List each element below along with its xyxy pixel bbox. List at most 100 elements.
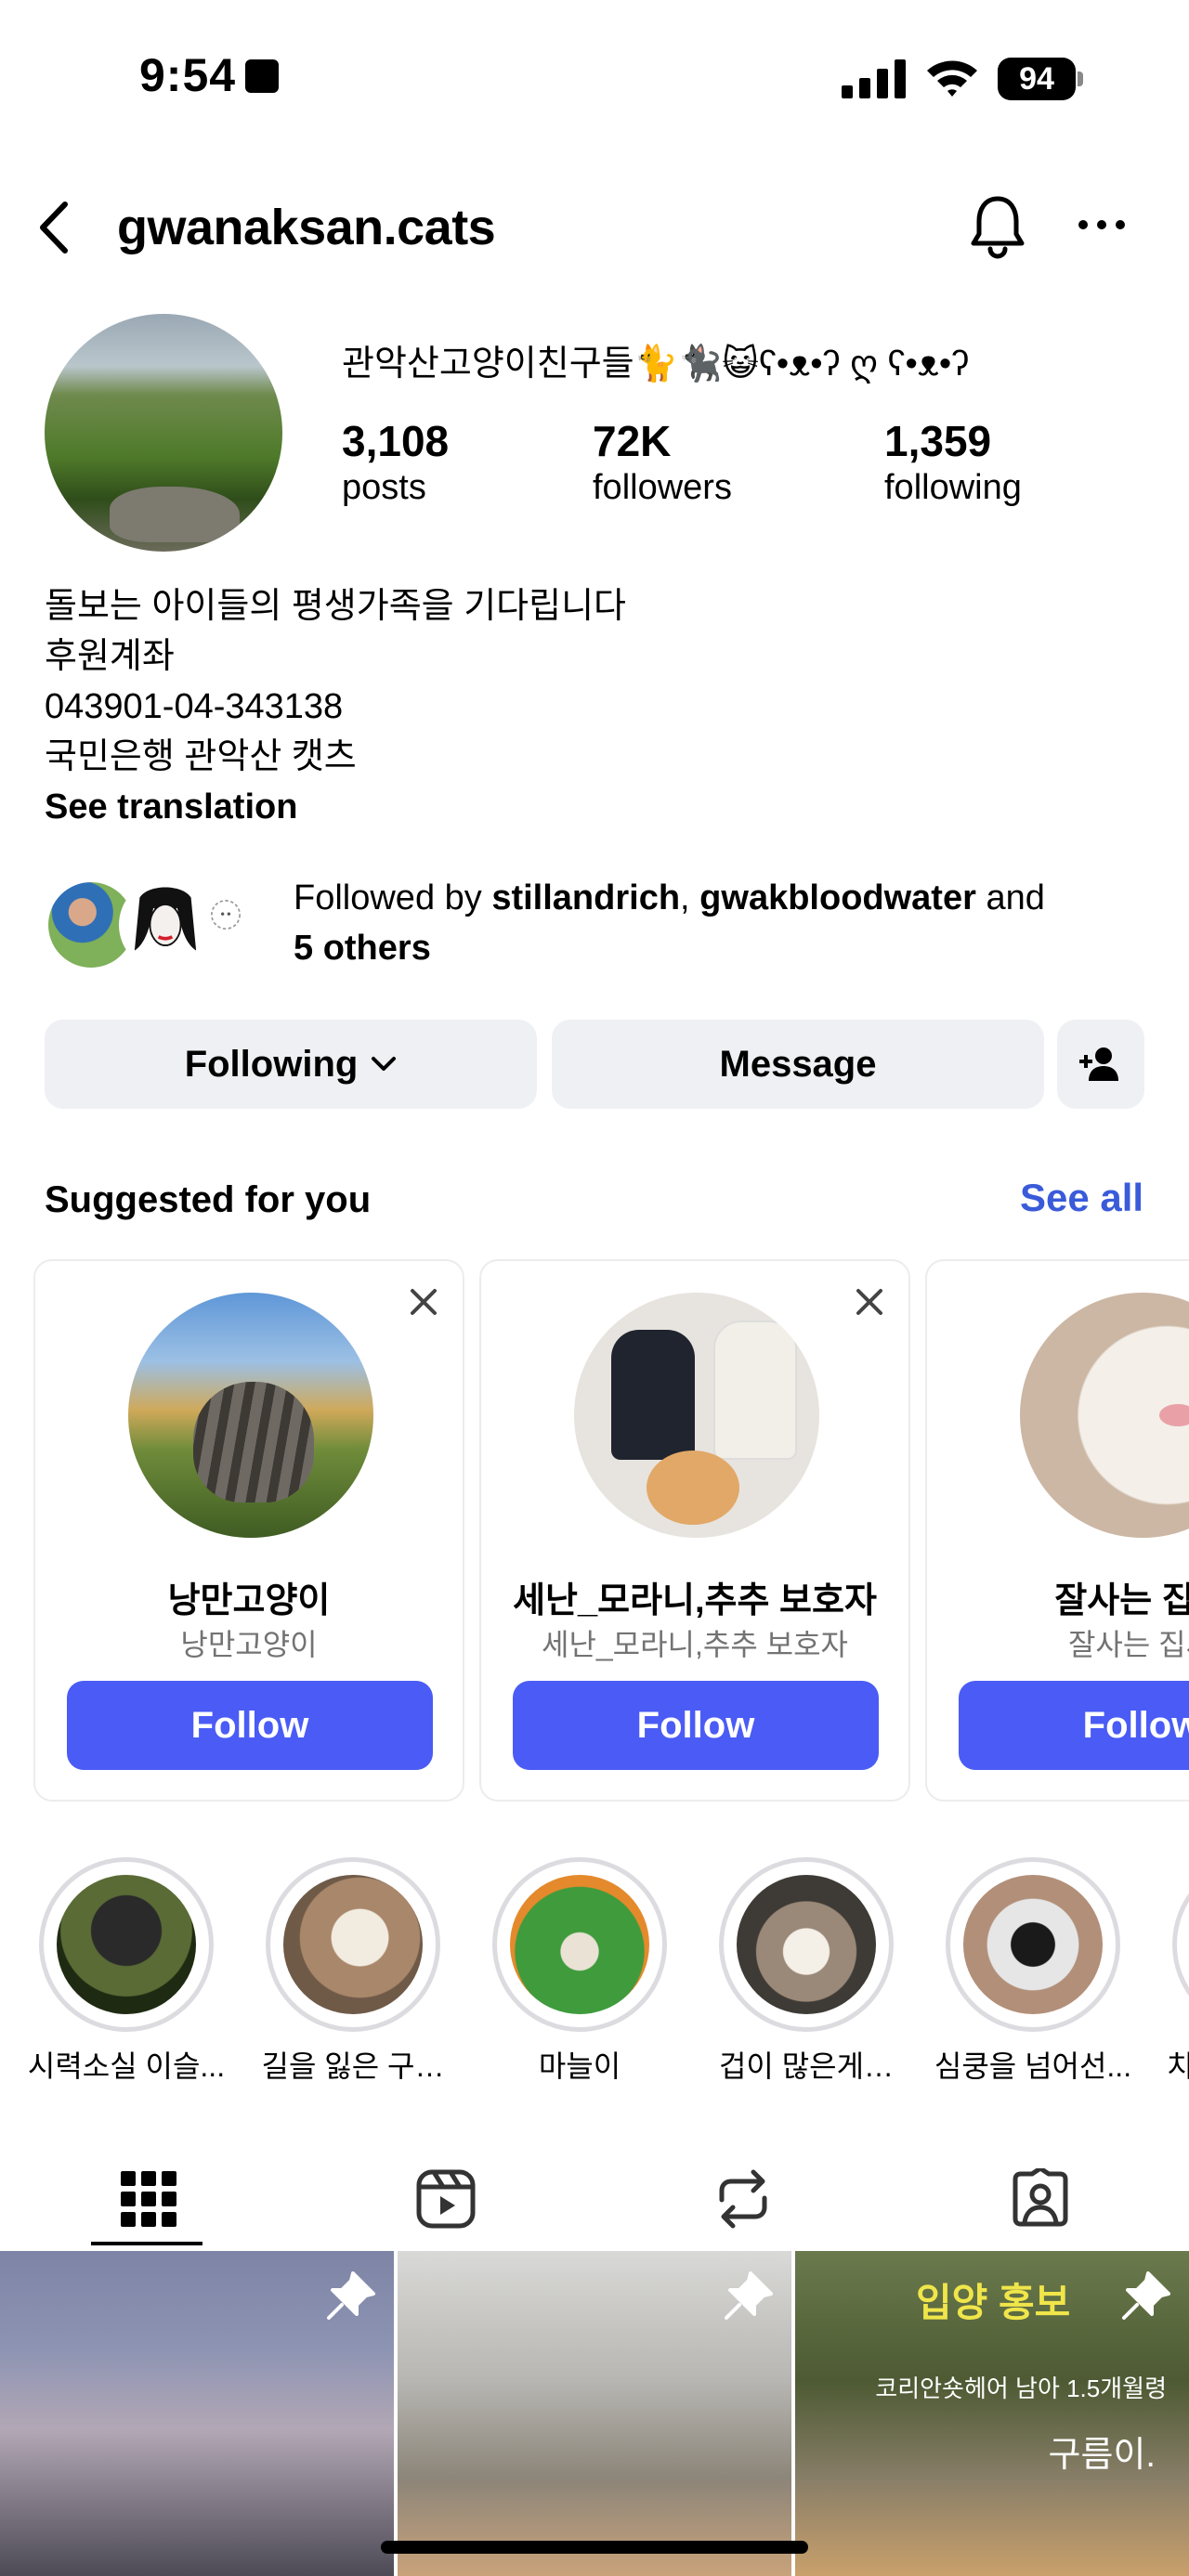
highlight-thumbnail (57, 1875, 196, 2014)
post-overlay-name: 구름이. (1048, 2436, 1156, 2475)
bio-line: 돌보는 아이들의 평생가족을 기다립니다 (45, 587, 626, 626)
followed-by-user[interactable]: stillandrich (491, 878, 680, 917)
suggested-title: Suggested for you (45, 1179, 372, 1220)
tab-reels[interactable] (297, 2151, 594, 2247)
sheep-avatar (203, 891, 249, 938)
suggested-card[interactable]: 잘사는 집사 잘사는 집사 Follow (925, 1259, 1189, 1802)
highlight-label: 길을 잃은 구… (261, 2049, 445, 2083)
avatar-rock (110, 487, 240, 542)
add-user-icon (1079, 1047, 1118, 1081)
stat-following-value: 1,359 (884, 417, 992, 465)
notification-bell-icon[interactable] (966, 193, 1029, 260)
pin-icon (725, 2271, 773, 2320)
tab-reposts[interactable] (594, 2151, 892, 2247)
profile-bio: 돌보는 아이들의 평생가족을 기다립니다 후원계좌 043901-04-3431… (45, 581, 626, 832)
tab-posts-grid[interactable] (0, 2151, 297, 2247)
cellular-signal-icon (842, 59, 906, 98)
home-indicator[interactable] (381, 2541, 808, 2554)
story-highlights: 시력소실 이슬... 길을 잃은 구… 마늘이 겁이 많은게… 심쿵을 넘어선.… (0, 1854, 1189, 2086)
suggested-card[interactable]: 낭만고양이 낭만고양이 Follow (33, 1259, 464, 1802)
stat-following-label: following (884, 468, 1022, 507)
active-tab-indicator (91, 2242, 203, 2245)
suggested-name: 세난_모라니,추추 보호자 (513, 1581, 877, 1620)
following-button[interactable]: Following (45, 1020, 537, 1109)
reels-icon (416, 2169, 476, 2229)
suggested-subtitle: 잘사는 집사 (1067, 1628, 1189, 1661)
followed-by-and: and (975, 878, 1045, 917)
bio-line: 043901-04-343138 (45, 687, 344, 726)
follow-button[interactable]: Follow (67, 1681, 433, 1770)
pin-icon (1122, 2271, 1170, 2320)
profile-stats: 3,108 posts 72K followers 1,359 followin… (342, 416, 1159, 518)
suggested-avatar[interactable] (574, 1293, 819, 1538)
stat-posts-value: 3,108 (342, 417, 450, 465)
follow-button[interactable]: Follow (959, 1681, 1189, 1770)
pin-icon (327, 2271, 375, 2320)
followed-by-user[interactable]: gwakbloodwater (699, 878, 976, 917)
suggested-cards: 낭만고양이 낭만고양이 Follow 세난_모라니,추추 보호자 세난_모라니,… (33, 1259, 1189, 1803)
add-user-button[interactable] (1057, 1020, 1144, 1109)
message-button-label: Message (719, 1043, 877, 1085)
see-all-link[interactable]: See all (1020, 1176, 1143, 1220)
see-translation-link[interactable]: See translation (45, 782, 626, 832)
highlight-thumbnail (283, 1875, 423, 2014)
highlight-ring (492, 1857, 667, 2032)
highlight-label: 마늘이 (538, 2049, 621, 2083)
profile-actions: Following Message (45, 1020, 1144, 1109)
person-figure (713, 1321, 797, 1460)
tagged-person-icon (1013, 2168, 1068, 2227)
followed-by-row[interactable]: Followed by stillandrich, gwakbloodwater… (45, 873, 1159, 984)
bio-line: 국민은행 관악산 캣츠 (45, 737, 357, 776)
highlight-ring (1172, 1857, 1189, 2032)
header-username: gwanaksan.cats (117, 200, 496, 255)
stat-followers-value: 72K (593, 417, 672, 465)
wifi-icon (927, 60, 977, 97)
followed-by-text: Followed by stillandrich, gwakbloodwater… (294, 873, 1185, 973)
follow-button[interactable]: Follow (513, 1681, 879, 1770)
suggested-name: 낭만고양이 (167, 1581, 331, 1620)
suggested-card[interactable]: 세난_모라니,추추 보호자 세난_모라니,추추 보호자 Follow (479, 1259, 910, 1802)
tab-tagged[interactable] (892, 2151, 1189, 2247)
time-text: 9:54 (139, 49, 237, 101)
post-thumbnail[interactable] (0, 2251, 394, 2576)
message-button[interactable]: Message (552, 1020, 1044, 1109)
suggested-avatar[interactable] (1020, 1293, 1189, 1538)
highlight-ring (266, 1857, 440, 2032)
highlight-ring (719, 1857, 894, 2032)
post-thumbnail[interactable] (398, 2251, 791, 2576)
highlight-label: 심쿵을 넘어선... (934, 2049, 1132, 2083)
profile-display-name: 관악산고양이친구들🐈🐈‍⬛😺ʕ•ᴥ•ʔ ღ ʕ•ᴥ•ʔ (342, 345, 970, 384)
repost-icon (719, 2169, 767, 2229)
followed-by-prefix: Followed by (294, 878, 492, 917)
followed-by-others[interactable]: 5 others (294, 929, 431, 968)
stat-followers-label: followers (593, 468, 732, 507)
profile-header: gwanaksan.cats (0, 186, 1189, 269)
battery-level: 94 (998, 58, 1076, 100)
stat-posts[interactable]: 3,108 posts (342, 416, 449, 508)
stat-followers[interactable]: 72K followers (593, 416, 732, 508)
profile-avatar[interactable] (45, 314, 282, 552)
stat-following[interactable]: 1,359 following (884, 416, 1022, 508)
more-options-icon[interactable] (1078, 214, 1126, 236)
followed-by-separator: , (680, 878, 700, 917)
follower-avatar (119, 878, 212, 971)
post-thumbnail[interactable]: 입양 홍보 코리안숏헤어 남아 1.5개월령 구름이. (795, 2251, 1189, 2576)
suggested-avatar[interactable] (128, 1293, 373, 1538)
battery-icon: 94 (998, 58, 1083, 100)
suggested-subtitle: 낭만고양이 (180, 1628, 318, 1661)
person-figure (611, 1330, 695, 1460)
back-arrow-icon[interactable] (33, 199, 74, 256)
close-icon[interactable] (855, 1287, 884, 1317)
close-icon[interactable] (409, 1287, 438, 1317)
dog-figure (647, 1451, 739, 1525)
highlight-label: 겁이 많은게… (718, 2049, 895, 2083)
highlight-thumbnail (737, 1875, 876, 2014)
highlight-label: 시력소실 이슬... (27, 2049, 226, 2083)
cat-nose (1159, 1404, 1189, 1426)
post-overlay-title: 입양 홍보 (916, 2281, 1071, 2324)
status-time: 9:54 (139, 48, 280, 102)
posts-grid: 입양 홍보 코리안숏헤어 남아 1.5개월령 구름이. (0, 2251, 1189, 2576)
stat-posts-label: posts (342, 468, 426, 507)
highlight-ring (39, 1857, 214, 2032)
profile-tabs (0, 2151, 1189, 2247)
